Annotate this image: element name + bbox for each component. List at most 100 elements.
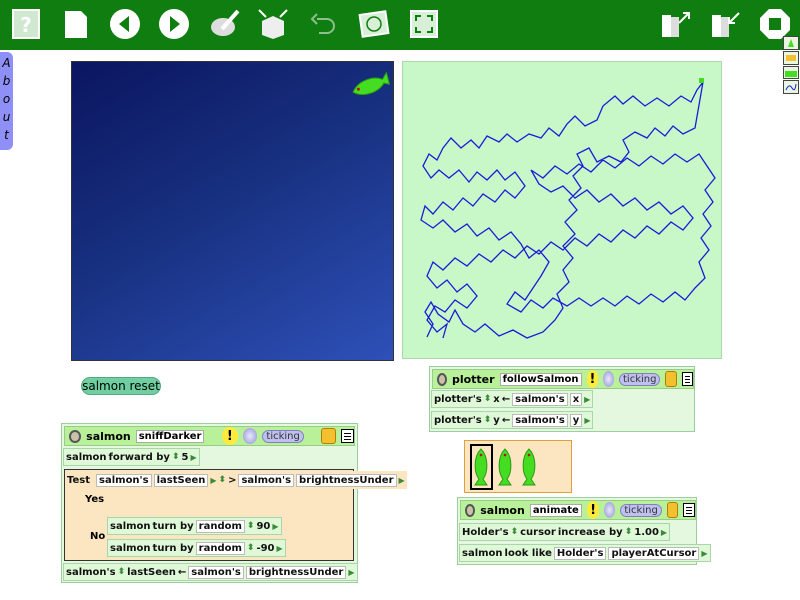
animate-script[interactable]: salmon animate ! ticking Holder's ⬍ curs… — [457, 497, 711, 565]
tile-source: salmon's — [512, 413, 568, 427]
test-row: Test salmon's lastSeen ▶ ⬍ > salmon's br… — [65, 471, 407, 489]
tile-operation: increase by — [557, 526, 623, 538]
status-badge[interactable]: ticking — [620, 503, 662, 517]
script-object: plotter — [451, 372, 495, 386]
right-arrow-icon: ▶ — [348, 567, 355, 577]
tile-target: salmon's — [66, 566, 116, 578]
fullscreen-icon[interactable] — [406, 6, 442, 42]
arrows-icon: ⬍ — [171, 452, 180, 462]
undo-icon[interactable] — [306, 6, 342, 42]
costume-sprites — [470, 444, 536, 490]
test-lhs-object: salmon's — [96, 473, 152, 487]
status-badge[interactable]: ticking — [262, 429, 304, 443]
salmon-reset-button[interactable]: salmon reset — [81, 377, 161, 395]
right-arrow-icon: ▶ — [276, 543, 283, 553]
follow-salmon-script[interactable]: plotter followSalmon ! ticking plotter's… — [429, 366, 695, 432]
paint-icon[interactable] — [207, 6, 243, 42]
new-page-icon[interactable] — [58, 6, 94, 42]
tile-source: Holder's — [553, 546, 607, 560]
plotter-trail — [420, 78, 716, 339]
ocean-playfield[interactable] — [71, 61, 394, 361]
ticking-clock-icon[interactable] — [603, 371, 615, 387]
arrows-icon: ⬍ — [510, 527, 519, 537]
ticking-clock-icon[interactable] — [242, 428, 258, 444]
run-once-button[interactable]: ! — [221, 427, 238, 445]
right-arrow-icon: ▶ — [584, 394, 591, 404]
help-icon[interactable]: ? — [8, 6, 44, 42]
script-object: salmon — [86, 429, 131, 443]
tile-value: 90 — [256, 520, 271, 532]
arrows-icon: ⬍ — [624, 527, 633, 537]
tile-command: look like — [504, 547, 552, 559]
right-arrow-icon: ▶ — [584, 415, 591, 425]
run-once-button[interactable]: ! — [586, 370, 599, 388]
script-menu-icon[interactable] — [683, 503, 695, 517]
right-arrow-icon: ▶ — [190, 452, 197, 462]
arrows-icon: ⬍ — [246, 521, 255, 531]
tile-field: playerAtCursor — [608, 546, 700, 560]
script-package-icon[interactable] — [665, 371, 677, 387]
tile-source: salmon's — [188, 565, 244, 579]
next-icon[interactable] — [156, 6, 192, 42]
tile-object: salmon — [66, 451, 107, 463]
turn-random-neg90-tile[interactable]: salmon turn by random ⬍ -90 ▶ — [107, 539, 286, 557]
script-name[interactable]: sniffDarker — [135, 429, 205, 443]
flap-playfield-icon[interactable] — [783, 65, 799, 80]
tile-value: 5 — [181, 451, 189, 463]
right-arrow-icon: ▶ — [210, 475, 217, 485]
world-icon[interactable] — [356, 6, 392, 42]
about-label: About — [0, 56, 14, 146]
script-collapse-dot[interactable] — [465, 503, 476, 517]
costume-holder[interactable] — [464, 440, 572, 493]
script-collapse-dot[interactable] — [69, 429, 82, 443]
ticking-clock-icon[interactable] — [604, 502, 616, 518]
right-arrow-icon: ▶ — [272, 521, 279, 531]
cursor-increase-tile[interactable]: Holder's ⬍ cursor increase by ⬍ 1.00 ▶ — [459, 523, 671, 541]
right-arrow-icon: ▶ — [660, 527, 668, 537]
previous-icon[interactable] — [107, 6, 143, 42]
tile-field: x — [569, 392, 583, 406]
script-package-icon[interactable] — [321, 428, 336, 444]
script-header: plotter followSalmon ! ticking — [432, 369, 694, 389]
export-icon[interactable] — [708, 6, 744, 42]
no-label: No — [90, 531, 106, 542]
forward-tile[interactable]: salmon forward by ⬍ 5 ▶ — [63, 448, 200, 466]
tile-slot: x — [493, 393, 500, 405]
assignment-tile-x[interactable]: plotter's ⬍ x ← salmon's x ▶ — [431, 390, 594, 408]
plotter-canvas[interactable] — [402, 61, 722, 359]
script-package-icon[interactable] — [666, 502, 679, 518]
script-object: salmon — [480, 503, 525, 517]
test-label: Test — [67, 474, 91, 486]
supplies-icon[interactable] — [255, 6, 291, 42]
arrows-icon: ⬍ — [218, 475, 227, 485]
sniff-darker-script[interactable]: salmon sniffDarker ! ticking salmon forw… — [61, 423, 407, 583]
tile-command: forward by — [108, 451, 170, 463]
import-icon[interactable] — [658, 6, 694, 42]
tile-command: turn by — [152, 542, 194, 554]
status-badge[interactable]: ticking — [619, 372, 661, 386]
tile-command: turn by — [152, 520, 194, 532]
flap-holder-icon[interactable] — [783, 50, 799, 65]
right-flaps — [783, 36, 799, 94]
script-collapse-dot[interactable] — [437, 372, 447, 386]
assignment-tile-y[interactable]: plotter's ⬍ y ← salmon's y ▶ — [431, 411, 594, 429]
script-name[interactable]: animate — [529, 503, 582, 517]
script-menu-icon[interactable] — [681, 372, 693, 386]
lastseen-assign-tile[interactable]: salmon's ⬍ lastSeen ← salmon's brightnes… — [63, 563, 358, 581]
tile-object: salmon — [110, 520, 151, 532]
tile-func: random — [195, 519, 245, 533]
test-operator: > — [228, 474, 237, 486]
about-flap-tab[interactable]: About — [0, 52, 14, 150]
tile-target: plotter's — [434, 393, 482, 405]
test-block[interactable]: Test salmon's lastSeen ▶ ⬍ > salmon's br… — [64, 469, 407, 561]
svg-text:?: ? — [20, 13, 32, 37]
run-once-button[interactable]: ! — [586, 501, 600, 519]
look-like-tile[interactable]: salmon look like Holder's playerAtCursor… — [459, 544, 711, 562]
flap-salmon-icon[interactable] — [783, 36, 799, 50]
tile-assign-arrow: ← — [501, 393, 511, 405]
arrows-icon: ⬍ — [483, 415, 492, 425]
turn-random-90-tile[interactable]: salmon turn by random ⬍ 90 ▶ — [107, 517, 282, 535]
flap-plotter-icon[interactable] — [783, 80, 799, 94]
script-menu-icon[interactable] — [340, 429, 354, 443]
script-name[interactable]: followSalmon — [499, 372, 582, 386]
